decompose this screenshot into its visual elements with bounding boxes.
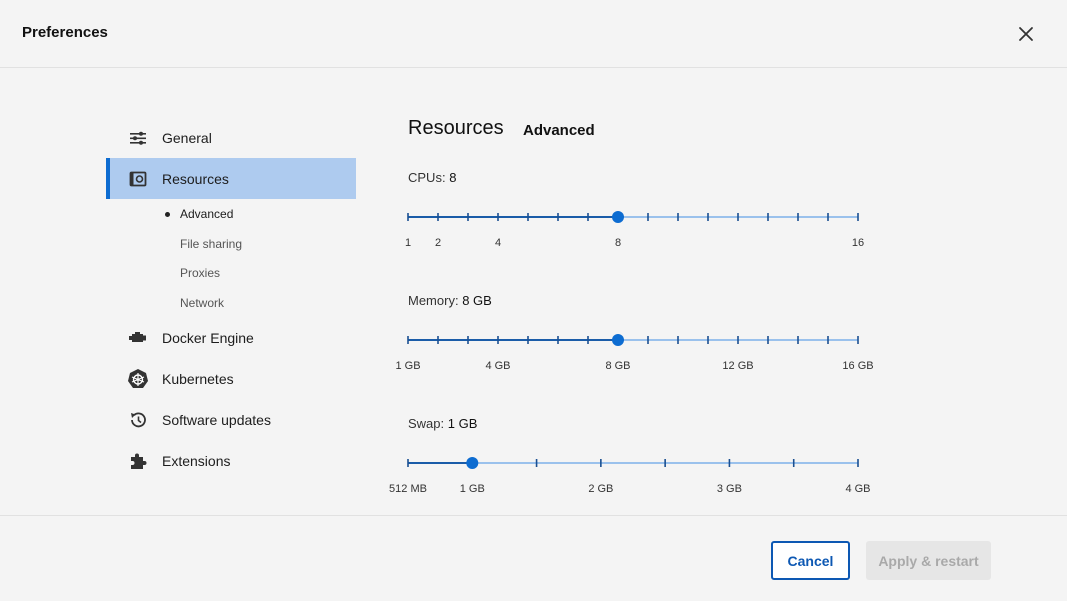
- swap-label-text: Swap:: [408, 416, 445, 431]
- sidebar-nav: General Resources Advanced File sharing …: [106, 117, 356, 481]
- close-icon: [1019, 27, 1033, 41]
- memory-value: 8 GB: [462, 293, 492, 308]
- dialog-title: Preferences: [22, 24, 108, 41]
- sidebar-item-extensions[interactable]: Extensions: [106, 440, 356, 481]
- sidebar-item-software-updates[interactable]: Software updates: [106, 399, 356, 440]
- slider-tick-label: 2 GB: [588, 483, 613, 495]
- slider-tick-label: 1 GB: [460, 483, 485, 495]
- subnav-item-advanced[interactable]: Advanced: [106, 199, 356, 229]
- slider-tick-label: 2: [435, 237, 441, 249]
- kubernetes-icon: [127, 368, 149, 390]
- slider-tick-label: 16: [852, 237, 864, 249]
- memory-label: Memory: 8 GB: [408, 293, 492, 308]
- slider-tick-label: 1 GB: [395, 360, 420, 372]
- close-button[interactable]: [1014, 22, 1038, 46]
- swap-slider-graphic: 512 MB 1 GB 2 GB 3 GB 4 GB: [389, 457, 871, 495]
- subnav-item-label: File sharing: [180, 236, 243, 251]
- sidebar-item-general[interactable]: General: [106, 117, 356, 158]
- cpus-slider[interactable]: 1 2 4 8 16: [405, 207, 878, 249]
- sidebar-item-docker-engine[interactable]: Docker Engine: [106, 317, 356, 358]
- sidebar-item-label: Docker Engine: [162, 329, 254, 346]
- cancel-button[interactable]: Cancel: [771, 541, 850, 580]
- engine-icon: [127, 327, 149, 349]
- apply-restart-button: Apply & restart: [866, 541, 991, 580]
- memory-slider-graphic: 1 GB 4 GB 8 GB 12 GB 16 GB: [395, 334, 874, 372]
- sidebar-item-label: Extensions: [162, 452, 231, 469]
- slider-tick-label: 3 GB: [717, 483, 742, 495]
- dialog-header: Preferences: [0, 0, 1067, 68]
- cpus-label-text: CPUs:: [408, 170, 446, 185]
- dialog-footer: Cancel Apply & restart: [0, 515, 1067, 601]
- sidebar-item-label: Resources: [162, 170, 229, 187]
- slider-tick-label: 8 GB: [605, 360, 630, 372]
- memory-label-text: Memory:: [408, 293, 459, 308]
- sidebar-item-label: Kubernetes: [162, 370, 234, 387]
- history-icon: [127, 409, 149, 431]
- subnav-item-label: Network: [180, 295, 225, 310]
- sidebar-item-label: General: [162, 129, 212, 146]
- slider-tick-label: 16 GB: [842, 360, 873, 372]
- page-subtitle: Advanced: [523, 122, 595, 139]
- slider-thumb[interactable]: [612, 334, 624, 346]
- page-title: Resources: [408, 117, 504, 139]
- sliders-icon: [127, 127, 149, 149]
- slider-thumb[interactable]: [612, 211, 624, 223]
- cpus-value: 8: [449, 170, 457, 185]
- slider-tick-label: 8: [615, 237, 621, 249]
- subnav-item-proxies[interactable]: Proxies: [106, 258, 356, 288]
- slider-tick-label: 4 GB: [845, 483, 870, 495]
- subnav-item-file-sharing[interactable]: File sharing: [106, 229, 356, 259]
- puzzle-icon: [127, 450, 149, 472]
- subnav-item-label: Advanced: [180, 207, 234, 221]
- memory-slider[interactable]: 1 GB 4 GB 8 GB 12 GB 16 GB: [395, 330, 878, 372]
- slider-tick-label: 1: [405, 237, 411, 249]
- subnav-item-network[interactable]: Network: [106, 288, 356, 318]
- current-bullet: [165, 212, 170, 217]
- sidebar-item-resources[interactable]: Resources: [106, 158, 356, 199]
- cpus-slider-graphic: 1 2 4 8 16: [405, 211, 864, 249]
- resources-icon: [127, 168, 149, 190]
- cpus-label: CPUs: 8: [408, 170, 456, 185]
- slider-tick-label: 12 GB: [722, 360, 753, 372]
- slider-tick-label: 4 GB: [485, 360, 510, 372]
- resources-subnav: Advanced File sharing Proxies Network: [106, 199, 356, 317]
- slider-thumb[interactable]: [466, 457, 479, 469]
- sidebar-item-kubernetes[interactable]: Kubernetes: [106, 358, 356, 399]
- swap-label: Swap: 1 GB: [408, 416, 477, 431]
- subnav-item-label: Proxies: [180, 266, 221, 280]
- swap-value: 1 GB: [447, 416, 478, 431]
- sidebar-item-label: Software updates: [162, 411, 271, 428]
- swap-slider[interactable]: 512 MB 1 GB 2 GB 3 GB 4 GB: [389, 453, 878, 495]
- slider-tick-label: 4: [495, 237, 501, 249]
- slider-tick-label: 512 MB: [389, 483, 427, 495]
